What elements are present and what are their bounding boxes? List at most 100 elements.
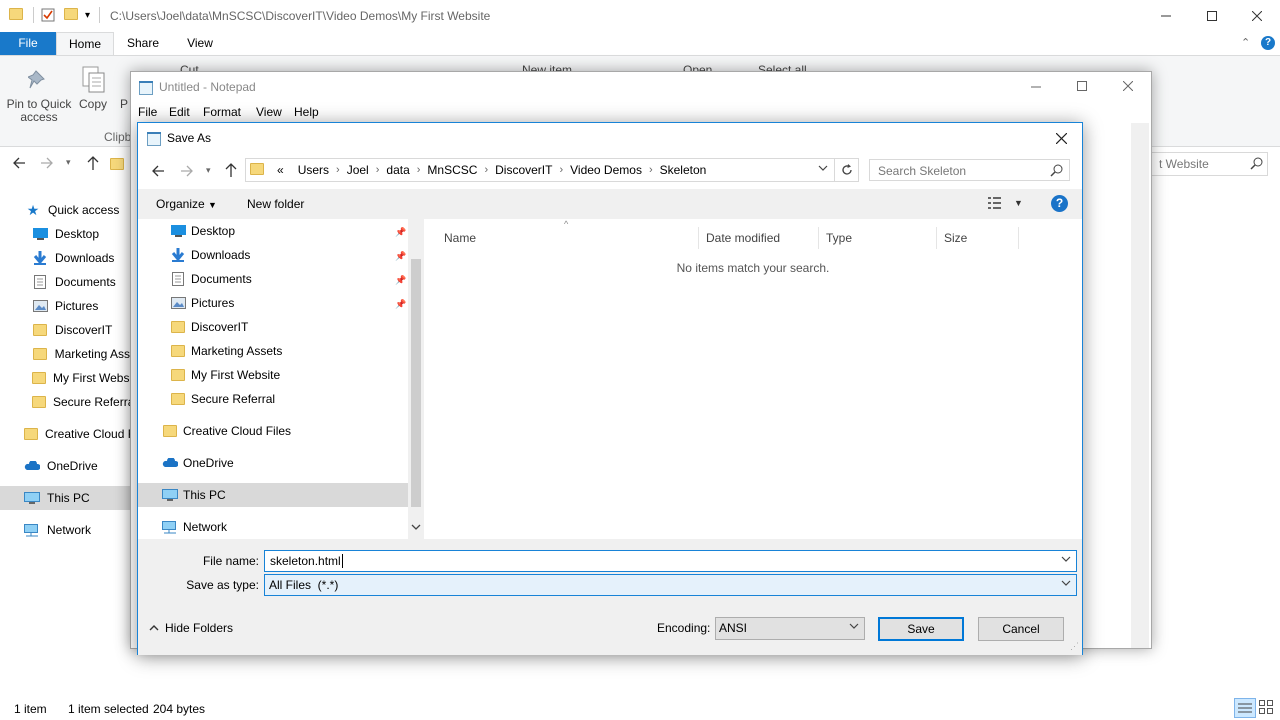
back-arrow-icon[interactable] [12,156,26,170]
chevron-right-icon[interactable]: › [559,164,563,176]
copy-button[interactable]: Copy [78,98,108,111]
nav-this-pc[interactable]: This PC [138,483,408,507]
hide-folders-button[interactable]: Hide Folders [149,621,233,635]
chevron-down-icon[interactable] [1061,555,1071,563]
nav-my-first-website[interactable]: My First Website [170,363,280,387]
column-date-modified[interactable]: Date modified [699,227,819,249]
tab-file[interactable]: File [0,32,56,55]
chevron-right-icon[interactable]: › [336,164,340,176]
large-icons-view-icon[interactable] [1259,700,1273,714]
tab-home[interactable]: Home [56,32,114,55]
nav-my-first-website[interactable]: My First Websi [0,366,130,390]
details-view-icon[interactable] [1234,698,1256,718]
back-arrow-icon[interactable] [151,164,165,178]
refresh-button[interactable] [834,158,859,182]
file-name-input[interactable]: skeleton.html [264,550,1077,572]
recent-locations-icon[interactable]: ▾ [66,157,71,168]
new-folder-button[interactable]: New folder [247,197,304,211]
tab-share[interactable]: Share [114,32,172,55]
notepad-scrollbar[interactable] [1131,123,1149,648]
dialog-search-input[interactable]: Search Skeleton [869,159,1070,181]
new-folder-icon[interactable] [64,8,78,23]
minimize-button[interactable] [1143,0,1189,32]
organize-button[interactable]: Organize ▼ [156,197,217,211]
chevron-right-icon[interactable]: › [484,164,488,176]
nav-discoverit[interactable]: DiscoverIT [0,318,130,342]
menu-edit[interactable]: Edit [169,105,190,119]
properties-icon[interactable] [41,8,55,22]
minimize-button[interactable] [1031,82,1041,92]
nav-pictures[interactable]: Pictures [170,291,234,315]
nav-documents[interactable]: Documents [0,270,130,294]
crumb-discoverit[interactable]: DiscoverIT [495,163,552,177]
customize-quick-access-icon[interactable]: ▾ [85,10,90,21]
nav-secure-referral[interactable]: Secure Referral [0,390,130,414]
dialog-close-button[interactable] [1046,127,1076,149]
nav-downloads[interactable]: Downloads [0,246,130,270]
chevron-right-icon[interactable]: › [417,164,421,176]
forward-arrow-icon[interactable] [180,164,194,178]
help-icon[interactable]: ? [1051,195,1068,212]
nav-secure-referral[interactable]: Secure Referral [170,387,275,411]
explorer-search-input[interactable]: t Website [1138,152,1268,176]
close-button[interactable] [1234,0,1280,32]
crumb-video-demos[interactable]: Video Demos [570,163,642,177]
crumb-mnscsc[interactable]: MnSCSC [427,163,477,177]
nav-creative-cloud-files[interactable]: Creative Cloud Files [162,419,291,443]
close-button[interactable] [1123,81,1133,91]
chevron-right-icon[interactable]: › [376,164,380,176]
nav-discoverit[interactable]: DiscoverIT [170,315,248,339]
save-button[interactable]: Save [878,617,964,641]
recent-locations-icon[interactable]: ▾ [206,165,211,176]
nav-pane-scrollbar[interactable] [408,219,424,539]
nav-onedrive[interactable]: OneDrive [162,451,234,475]
column-name[interactable]: Name [437,227,699,249]
paste-button[interactable]: P [118,98,130,111]
help-icon[interactable]: ? [1261,36,1275,50]
nav-marketing-assets[interactable]: Marketing Assets [170,339,282,363]
tab-view[interactable]: View [172,32,228,55]
nav-onedrive[interactable]: OneDrive [0,454,130,478]
address-overflow[interactable]: « [277,163,284,177]
column-size[interactable]: Size [937,227,1019,249]
nav-network[interactable]: Network [162,515,227,539]
menu-format[interactable]: Format [203,105,241,119]
nav-downloads[interactable]: Downloads [170,243,250,267]
save-as-type-select[interactable]: All Files (*.*) [264,574,1077,596]
address-dropdown-icon[interactable] [818,164,828,172]
nav-desktop[interactable]: Desktop [0,222,130,246]
collapse-ribbon-icon[interactable]: ⌃ [1241,36,1250,49]
nav-desktop[interactable]: Desktop [170,219,235,243]
nav-documents[interactable]: Documents [170,267,252,291]
crumb-users[interactable]: Users [298,163,329,177]
crumb-skeleton[interactable]: Skeleton [660,163,707,177]
nav-network[interactable]: Network [0,518,130,542]
column-type[interactable]: Type [819,227,937,249]
up-arrow-icon[interactable] [86,155,100,171]
view-options-icon[interactable]: ▼ [1014,198,1023,208]
nav-pictures[interactable]: Pictures [0,294,130,318]
nav-marketing-assets[interactable]: Marketing Ass [0,342,130,366]
pin-to-quick-access-button[interactable]: Pin to Quick access [4,98,74,124]
resize-grip-icon[interactable]: ⋰ [1070,641,1079,652]
scroll-down-icon[interactable] [411,523,421,531]
crumb-joel[interactable]: Joel [347,163,369,177]
chevron-down-icon[interactable] [849,622,859,630]
menu-view[interactable]: View [256,105,282,119]
maximize-button[interactable] [1077,81,1087,91]
menu-help[interactable]: Help [294,105,319,119]
scrollbar-thumb[interactable] [411,259,421,507]
nav-quick-access[interactable]: ★ Quick access [0,198,130,222]
chevron-right-icon[interactable]: › [649,164,653,176]
cancel-button[interactable]: Cancel [978,617,1064,641]
forward-arrow-icon[interactable] [40,156,54,170]
chevron-down-icon[interactable] [1061,579,1071,587]
nav-creative-cloud[interactable]: Creative Cloud F [0,422,130,446]
menu-file[interactable]: File [138,105,157,119]
crumb-data[interactable]: data [386,163,409,177]
nav-this-pc[interactable]: This PC [0,486,130,510]
up-arrow-icon[interactable] [224,162,238,178]
encoding-select[interactable]: ANSI [715,617,865,640]
change-view-icon[interactable] [988,197,1004,209]
maximize-button[interactable] [1189,0,1235,32]
